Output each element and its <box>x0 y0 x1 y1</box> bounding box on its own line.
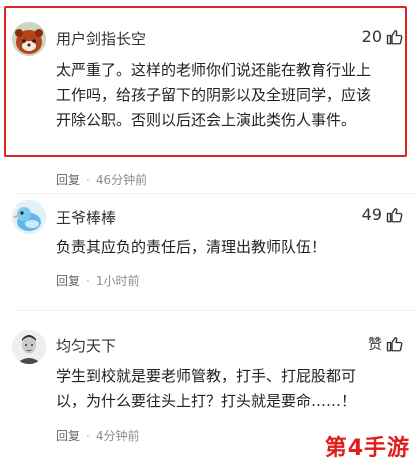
comment-line: 太严重了。这样的老师你们说还能在教育行业上 <box>56 61 372 79</box>
comment-line: 开除公职。否则以后还会上演此类伤人事件。 <box>56 111 357 129</box>
watermark-logo: 第4手游 <box>324 436 410 461</box>
comment-line: 学生到校就是要老师管教，打手、打屁股都可 <box>56 367 357 385</box>
comment-line: 工作吗，给孩子留下的阴影以及全班同学，应该 <box>56 86 372 104</box>
separator-dot: · <box>86 273 90 288</box>
comment-meta: 回复 · 46分钟前 <box>56 171 147 188</box>
cartoon-bird-avatar[interactable] <box>12 200 46 234</box>
reply-button[interactable]: 回复 <box>56 272 80 289</box>
separator-dot: · <box>86 172 90 187</box>
comment-text: 学生到校就是要老师管教，打手、打屁股都可 以，为什么要往头上打？打头就是要命……… <box>56 364 406 414</box>
username[interactable]: 王爷棒棒 <box>56 207 116 228</box>
comment-line: 以，为什么要往头上打？打头就是要命……！ <box>56 392 357 410</box>
username[interactable]: 均匀天下 <box>56 335 116 356</box>
man-portrait-avatar[interactable] <box>12 330 46 364</box>
timestamp: 46分钟前 <box>95 173 148 187</box>
separator-dot: · <box>86 428 90 443</box>
divider <box>14 193 418 194</box>
thumbs-up-icon <box>386 336 403 352</box>
divider <box>14 310 418 311</box>
reply-button[interactable]: 回复 <box>56 427 80 444</box>
timestamp: 1小时前 <box>95 274 140 288</box>
comment-text: 太严重了。这样的老师你们说还能在教育行业上 工作吗，给孩子留下的阴影以及全班同学… <box>56 58 406 133</box>
red-panda-avatar[interactable] <box>12 22 46 56</box>
like-count: 49 <box>361 205 382 224</box>
like-button[interactable]: 赞 <box>368 334 404 354</box>
timestamp: 4分钟前 <box>95 429 140 443</box>
comment-meta: 回复 · 1小时前 <box>56 272 139 289</box>
like-count: 20 <box>361 27 382 46</box>
comment-meta: 回复 · 4分钟前 <box>56 427 139 444</box>
reply-button[interactable]: 回复 <box>56 171 80 188</box>
thumbs-up-icon <box>386 207 403 222</box>
like-button[interactable]: 20 <box>362 27 404 46</box>
thumbs-up-icon <box>386 29 403 44</box>
comment-text: 负责其应负的责任后，清理出教师队伍！ <box>56 235 406 260</box>
username[interactable]: 用户剑指长空 <box>56 28 146 49</box>
like-button[interactable]: 49 <box>362 205 404 224</box>
like-label: 赞 <box>368 337 382 353</box>
comment-line: 负责其应负的责任后，清理出教师队伍！ <box>56 238 327 256</box>
